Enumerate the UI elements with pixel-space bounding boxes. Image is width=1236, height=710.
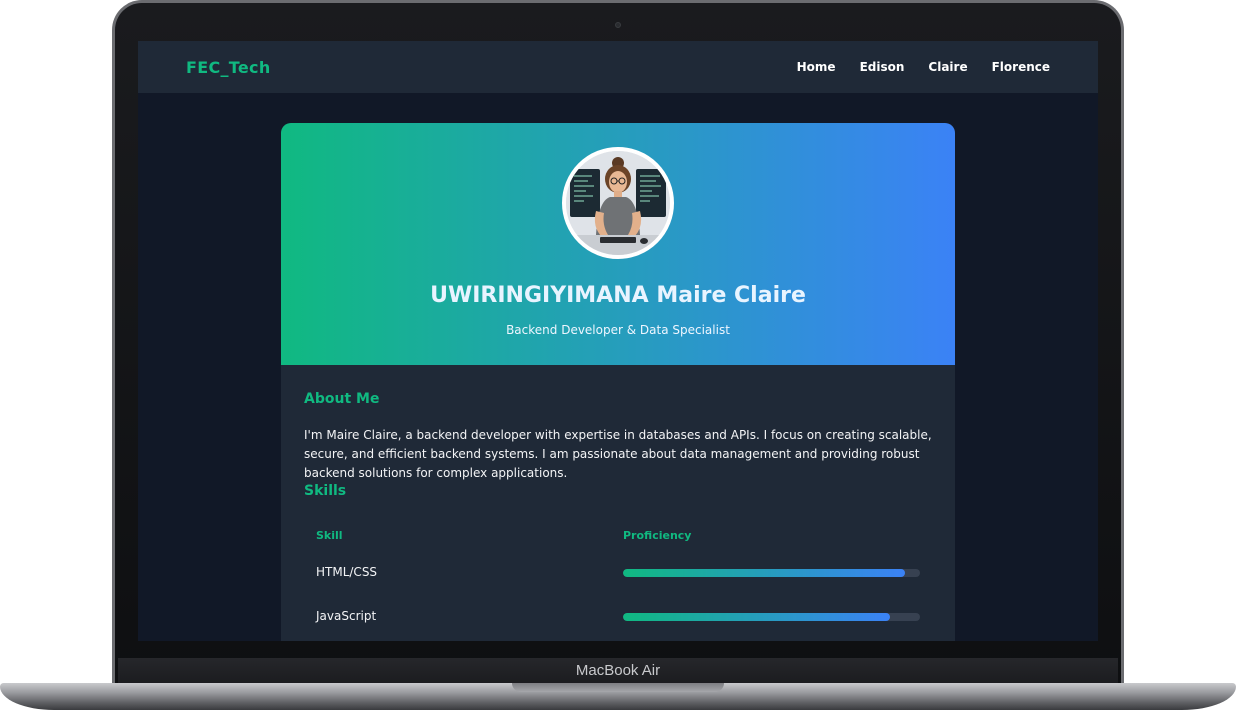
developer-portrait-icon [566, 151, 670, 255]
avatar [562, 147, 674, 259]
brand-logo[interactable]: FEC_Tech [186, 58, 271, 77]
proficiency-bar [623, 569, 920, 577]
skill-name: HTML/CSS [316, 565, 378, 579]
table-row: JavaScript [304, 597, 934, 641]
nav-link-claire[interactable]: Claire [928, 60, 967, 74]
nav-link-florence[interactable]: Florence [992, 60, 1050, 74]
column-header-skill: Skill [316, 529, 343, 542]
proficiency-bar-fill [623, 569, 906, 577]
navbar: FEC_Tech Home Edison Claire Florence [138, 41, 1098, 93]
profile-role: Backend Developer & Data Specialist [506, 323, 730, 337]
about-text: I'm Maire Claire, a backend developer wi… [304, 428, 932, 480]
column-header-proficiency: Proficiency [623, 529, 692, 542]
skill-name: JavaScript [316, 609, 377, 623]
nav-links: Home Edison Claire Florence [797, 60, 1050, 74]
camera-icon [615, 22, 621, 28]
profile-header: UWIRINGIYIMANA Maire Claire Backend Deve… [281, 123, 955, 365]
table-row: HTML/CSS [304, 553, 934, 597]
skills-title: Skills [304, 483, 347, 499]
profile-name: UWIRINGIYIMANA Maire Claire [430, 283, 806, 308]
proficiency-bar [623, 613, 920, 621]
profile-card: UWIRINGIYIMANA Maire Claire Backend Deve… [281, 123, 955, 641]
device-label: MacBook Air [575, 662, 661, 679]
nav-link-edison[interactable]: Edison [860, 60, 905, 74]
laptop-notch [512, 683, 724, 692]
screen: FEC_Tech Home Edison Claire Florence UWI… [138, 41, 1098, 641]
proficiency-bar-fill [623, 613, 891, 621]
about-title: About Me [304, 391, 380, 407]
nav-link-home[interactable]: Home [797, 60, 836, 74]
